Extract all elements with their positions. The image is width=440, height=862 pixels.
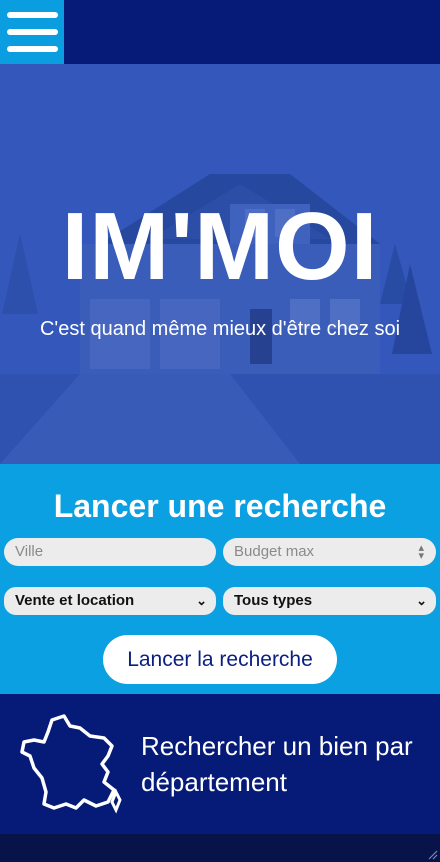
top-navigation-bar	[0, 0, 440, 64]
submit-search-button[interactable]: Lancer la recherche	[103, 635, 337, 684]
search-title: Lancer une recherche	[53, 488, 387, 524]
property-type-select[interactable]: Tous types ⌄	[223, 587, 436, 615]
department-search-label: Rechercher un bien par département	[141, 731, 413, 797]
type-selected-value: Tous types	[234, 592, 313, 609]
chevron-down-icon: ⌄	[196, 593, 207, 608]
search-section: Lancer une recherche Ville Budget max ▴ ▾…	[0, 464, 440, 694]
spinner-arrows-icon[interactable]: ▴ ▾	[418, 543, 424, 562]
department-search-link[interactable]: Rechercher un bien par département	[0, 694, 440, 834]
hamburger-menu-button[interactable]	[0, 0, 64, 64]
budget-placeholder: Budget max	[234, 543, 315, 560]
city-input[interactable]: Ville	[4, 538, 216, 566]
hamburger-icon	[7, 12, 58, 18]
resize-handle-icon[interactable]	[426, 848, 438, 860]
footer-strip	[0, 834, 440, 862]
transaction-selected-value: Vente et location	[15, 592, 135, 609]
city-placeholder: Ville	[15, 543, 44, 560]
chevron-down-icon: ⌄	[416, 593, 427, 608]
hero-banner: IM'MOI C'est quand même mieux d'être che…	[0, 64, 440, 464]
budget-max-input[interactable]: Budget max ▴ ▾	[223, 538, 436, 566]
site-logo-text: IM'MOI	[61, 193, 379, 300]
hero-tagline: C'est quand même mieux d'être chez soi	[39, 318, 401, 340]
france-map-icon	[20, 714, 122, 814]
transaction-type-select[interactable]: Vente et location ⌄	[4, 587, 216, 615]
